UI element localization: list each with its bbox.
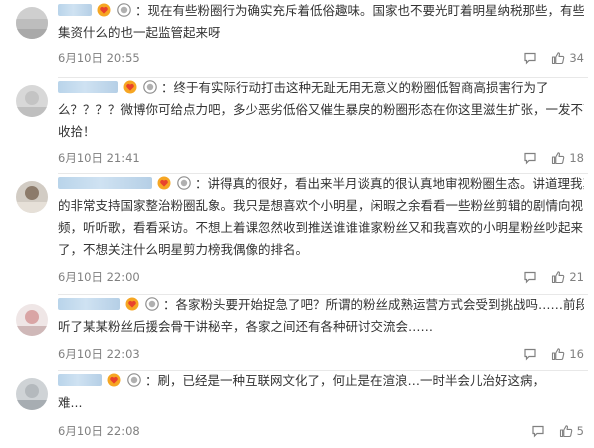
comment-actions: 18 (509, 150, 584, 166)
comment-bubble-icon[interactable] (531, 424, 545, 438)
like-count: 16 (569, 347, 584, 361)
comment-time: 6月10日 20:55 (58, 51, 140, 65)
username[interactable] (58, 298, 120, 310)
comment-bubble-icon[interactable] (523, 51, 537, 65)
thumbs-up-icon[interactable] (551, 51, 565, 65)
comment-text: ：刷，已经是一种互联网文化了，何止是在渲浪…一时半会儿治好这病， (144, 373, 545, 388)
vip-heart-badge-icon (157, 176, 171, 190)
comment-text-line: 了，不想关注什么明星剪力榜我偶像的排名。 (58, 242, 309, 257)
comment-actions: 16 (509, 346, 584, 362)
comment-item: ：现在有些粉圈行为确实充斥着低俗趣味。国家也不要光盯着明星纳税那些，有些粉圈 集… (0, 0, 594, 78)
level-medal-badge-icon (127, 373, 141, 387)
comment-text-line: 么？？？？微博你可给点力吧，多少恶劣低俗又催生暴戾的粉圈形态在你这里滋生扩张，一… (58, 102, 584, 117)
username[interactable] (58, 81, 118, 93)
comment-text: ：讲得真的很好，看出来半月谈真的很认真地审视粉圈生态。讲道理我真 (194, 176, 584, 191)
comment-text: ：各家粉头要开始捉急了吧？所谓的粉丝成熟运营方式会受到挑战吗……前段时间 (162, 297, 584, 312)
comment-time: 6月10日 22:03 (58, 347, 140, 361)
username[interactable] (58, 177, 152, 189)
avatar[interactable] (16, 378, 48, 410)
comment-meta: 6月10日 22:03 16 (58, 346, 584, 362)
thumbs-up-icon[interactable] (551, 270, 565, 284)
comment-text-line: ：讲得真的很好，看出来半月谈真的很认真地审视粉圈生态。讲道理我真 (58, 173, 584, 195)
comment-actions: 5 (517, 423, 584, 439)
vip-heart-badge-icon (125, 297, 139, 311)
comment-time: 6月10日 21:41 (58, 151, 140, 165)
comment-text-line: 的非常支持国家整治粉圈乱象。我只是想喜欢个小明星，闲暇之余看看一些粉丝剪辑的剧情… (58, 198, 584, 213)
vip-heart-badge-icon (123, 80, 137, 94)
comment-item: ：终于有实际行动打击这种无趾无用无意义的粉圈低智商高损害行为了 么？？？？微博你… (0, 77, 594, 173)
comment-actions: 21 (509, 269, 584, 285)
comment-text-line: 频，听听歌，看看采访。不想上着课忽然收到推送谁谁谁家粉丝又和我喜欢的小明星粉丝吵… (58, 220, 584, 235)
comment-item: ：各家粉头要开始捉急了吧？所谓的粉丝成熟运营方式会受到挑战吗……前段时间 听了某… (0, 294, 594, 368)
like-count: 5 (576, 424, 584, 438)
username[interactable] (58, 4, 92, 16)
like-count: 21 (569, 270, 584, 284)
comment-text-line: ：各家粉头要开始捉急了吧？所谓的粉丝成熟运营方式会受到挑战吗……前段时间 (58, 294, 584, 316)
like-count: 34 (569, 51, 584, 65)
comment-meta: 6月10日 22:08 5 (58, 423, 584, 439)
comment-text-line: 集资什么的也一起监管起来呀 (58, 25, 221, 40)
comment-item: ：刷，已经是一种互联网文化了，何止是在渲浪…一时半会儿治好这病， 难... 6月… (0, 370, 594, 448)
comment-text: ：终于有实际行动打击这种无趾无用无意义的粉圈低智商高损害行为了 (160, 80, 549, 95)
comment-bubble-icon[interactable] (523, 270, 537, 284)
thumbs-up-icon[interactable] (559, 424, 573, 438)
comment-text-line: ：终于有实际行动打击这种无趾无用无意义的粉圈低智商高损害行为了 (58, 77, 584, 99)
like-count: 18 (569, 151, 584, 165)
comment-actions: 34 (509, 50, 584, 66)
vip-heart-badge-icon (107, 373, 121, 387)
level-medal-badge-icon (143, 80, 157, 94)
level-medal-badge-icon (145, 297, 159, 311)
level-medal-badge-icon (177, 176, 191, 190)
comment-bubble-icon[interactable] (523, 347, 537, 361)
comment-text-line: ：现在有些粉圈行为确实充斥着低俗趣味。国家也不要光盯着明星纳税那些，有些粉圈 (58, 0, 584, 22)
thumbs-up-icon[interactable] (551, 151, 565, 165)
username[interactable] (58, 374, 102, 386)
vip-heart-badge-icon (97, 3, 111, 17)
comment-text-line: 难... (58, 395, 83, 410)
level-medal-badge-icon (117, 3, 131, 17)
comment-text-line: 听了某某粉丝后援会骨干讲秘辛，各家之间还有各种研讨交流会…… (58, 319, 434, 334)
avatar[interactable] (16, 304, 48, 336)
comment-item: ：讲得真的很好，看出来半月谈真的很认真地审视粉圈生态。讲道理我真 的非常支持国家… (0, 173, 594, 291)
thumbs-up-icon[interactable] (551, 347, 565, 361)
comment-text-line: ：刷，已经是一种互联网文化了，何止是在渲浪…一时半会儿治好这病， (58, 370, 584, 392)
comment-bubble-icon[interactable] (523, 151, 537, 165)
comment-time: 6月10日 22:00 (58, 270, 140, 284)
comment-text: ：现在有些粉圈行为确实充斥着低俗趣味。国家也不要光盯着明星纳税那些，有些粉圈 (134, 3, 584, 18)
comment-meta: 6月10日 20:55 34 (58, 50, 584, 66)
comment-meta: 6月10日 21:41 18 (58, 150, 584, 166)
avatar[interactable] (16, 85, 48, 117)
comment-text-line: 收拾！ (58, 124, 96, 139)
comment-meta: 6月10日 22:00 21 (58, 269, 584, 285)
avatar[interactable] (16, 181, 48, 213)
comment-time: 6月10日 22:08 (58, 424, 140, 438)
avatar[interactable] (16, 7, 48, 39)
